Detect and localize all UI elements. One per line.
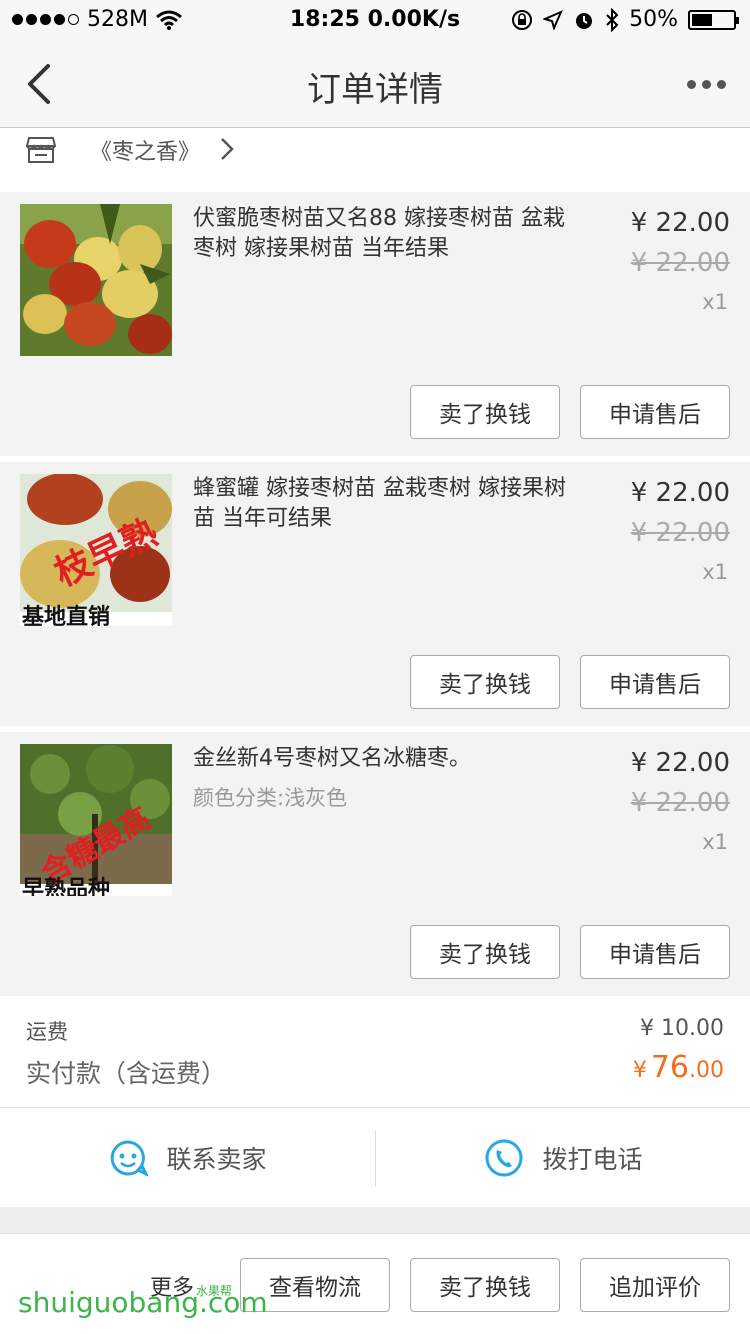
order-item[interactable]: 枝早熟 基地直销 蜂蜜罐 嫁接枣树苗 盆栽枣树 嫁接果树苗 当年可结果 ¥ 22…: [0, 462, 750, 726]
product-title[interactable]: 伏蜜脆枣树苗又名88 嫁接枣树苗 盆栽枣树 嫁接果树苗 当年结果: [193, 204, 578, 264]
paid-amount: ¥ 76 .00: [633, 1050, 724, 1085]
contact-seller-label: 联系卖家: [166, 1145, 267, 1174]
contact-seller-button[interactable]: 联系卖家: [0, 1109, 375, 1207]
sell-button[interactable]: 卖了换钱: [410, 1258, 560, 1312]
watermark: shuiguobang.com 水果帮: [18, 1284, 268, 1319]
battery-icon: [688, 9, 739, 30]
chevron-right-icon: [221, 138, 234, 160]
paid-decimal: .00: [689, 1058, 724, 1083]
status-bar: 528M 18:25 0.00K/s 50%: [0, 0, 750, 40]
original-price: ¥ 22.00: [630, 248, 730, 278]
image-caption: 早熟品种: [22, 876, 110, 896]
shop-row[interactable]: 《枣之香》: [0, 128, 750, 192]
status-right: 50%: [511, 7, 739, 32]
order-totals: 运费 ¥ 10.00 实付款（含运费） ¥ 76 .00: [0, 996, 750, 1108]
watermark-small-text: 水果帮: [196, 1284, 233, 1298]
nav-bar: 订单详情: [0, 40, 750, 128]
rotation-lock-icon: [512, 9, 533, 30]
sell-button[interactable]: 卖了换钱: [410, 385, 560, 439]
shipping-value: ¥ 10.00: [640, 1016, 724, 1041]
shipping-label: 运费: [26, 1020, 68, 1044]
page-title: 订单详情: [307, 70, 443, 110]
section-gap: [0, 1207, 750, 1233]
quantity: x1: [702, 560, 728, 584]
product-image: 含糖最高 早熟品种: [20, 744, 172, 896]
alarm-icon: [576, 12, 593, 29]
after-sale-button[interactable]: 申请售后: [580, 655, 730, 709]
product-image: 枝早熟 基地直销: [20, 474, 172, 626]
after-sale-button[interactable]: 申请售后: [580, 385, 730, 439]
original-price: ¥ 22.00: [630, 788, 730, 818]
shop-name: 《枣之香》: [90, 140, 201, 165]
product-title[interactable]: 金丝新4号枣树又名冰糖枣。: [193, 744, 578, 774]
contact-row: 联系卖家 拨打电话: [0, 1109, 750, 1207]
sell-button[interactable]: 卖了换钱: [410, 925, 560, 979]
quantity: x1: [702, 290, 728, 314]
bluetooth-icon: [606, 7, 619, 32]
order-item[interactable]: 含糖最高 早熟品种 金丝新4号枣树又名冰糖枣。 颜色分类:浅灰色 ¥ 22.00…: [0, 732, 750, 996]
store-icon: [26, 137, 56, 163]
after-sale-button[interactable]: 申请售后: [580, 925, 730, 979]
product-price: ¥ 22.00: [630, 748, 730, 778]
product-sku: 颜色分类:浅灰色: [193, 786, 348, 810]
original-price: ¥ 22.00: [630, 518, 730, 548]
add-review-button[interactable]: 追加评价: [580, 1258, 730, 1312]
currency-symbol: ¥: [632, 1058, 647, 1083]
image-caption: 基地直销: [22, 604, 110, 626]
product-price: ¥ 22.00: [630, 478, 730, 508]
sell-button[interactable]: 卖了换钱: [410, 655, 560, 709]
order-item[interactable]: 伏蜜脆枣树苗又名88 嫁接枣树苗 盆栽枣树 嫁接果树苗 当年结果 ¥ 22.00…: [0, 192, 750, 456]
chat-smile-icon: [111, 1140, 149, 1177]
product-title[interactable]: 蜂蜜罐 嫁接枣树苗 盆栽枣树 嫁接果树苗 当年可结果: [193, 474, 578, 534]
paid-integer: 76: [650, 1050, 689, 1085]
product-image: [20, 204, 172, 356]
more-menu-icon[interactable]: [687, 80, 726, 89]
product-price: ¥ 22.00: [630, 208, 730, 238]
call-button[interactable]: 拨打电话: [376, 1109, 750, 1207]
paid-label: 实付款（含运费）: [26, 1059, 227, 1088]
bottom-action-bar: 更多 查看物流 卖了换钱 追加评价 shuiguobang.com 水果帮: [0, 1233, 750, 1334]
quantity: x1: [702, 830, 728, 854]
phone-icon: [485, 1139, 523, 1177]
battery-percent: 50%: [629, 7, 678, 32]
location-icon: [543, 9, 564, 30]
call-label: 拨打电话: [542, 1145, 643, 1174]
